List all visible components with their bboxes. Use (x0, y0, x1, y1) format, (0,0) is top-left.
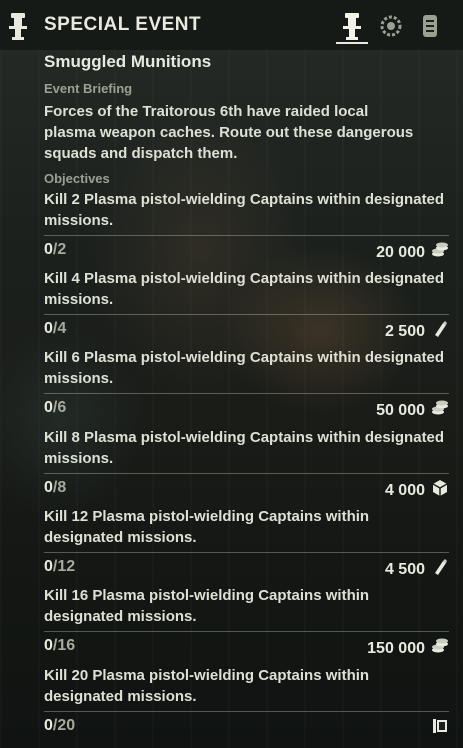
special-event-panel: SPECIAL EVENT Smuggled Munitions Event B… (0, 0, 463, 748)
banner-icon (431, 717, 449, 740)
objective-progress: 0/4 (44, 320, 66, 338)
objective-reward: 2 500 (385, 320, 449, 343)
progress-current: 0 (44, 241, 53, 258)
objective-row: Kill 16 Plasma pistol-wielding Captains … (44, 585, 449, 657)
objective-row: Kill 6 Plasma pistol-wielding Captains w… (44, 347, 449, 419)
objective-progress: 0/12 (44, 558, 75, 576)
objective-reward: 4 000 (385, 479, 449, 502)
objectives-label: Objectives (44, 171, 110, 186)
coins-icon (431, 241, 449, 264)
progress-total: /2 (52, 241, 67, 258)
reliquary-icon (423, 15, 437, 37)
reward-amount: 150 000 (367, 639, 425, 657)
ammo-shell-icon (431, 558, 449, 581)
header-title: SPECIAL EVENT (44, 14, 202, 35)
tab-rewards[interactable] (375, 10, 407, 42)
event-briefing: Forces of the Traitorous 6th have raided… (44, 103, 414, 162)
progress-total: /4 (52, 320, 67, 337)
objective-reward (425, 717, 449, 740)
progress-current: 0 (44, 558, 53, 575)
laurel-wreath-icon (380, 15, 402, 37)
objective-progress: 0/20 (44, 717, 75, 735)
objective-divider (44, 473, 449, 474)
objective-divider (44, 552, 449, 553)
objective-text: Kill 6 Plasma pistol-wielding Captains w… (44, 349, 445, 387)
panel-header: SPECIAL EVENT (0, 0, 463, 50)
tab-event[interactable] (336, 10, 368, 44)
objective-row: Kill 4 Plasma pistol-wielding Captains w… (44, 268, 449, 340)
progress-current: 0 (44, 637, 53, 654)
progress-total: /6 (52, 399, 67, 416)
objective-progress: 0/8 (44, 479, 66, 497)
objective-progress: 0/16 (44, 637, 75, 655)
event-totem-icon (9, 13, 27, 40)
objective-row: Kill 12 Plasma pistol-wielding Captains … (44, 506, 449, 578)
objective-text: Kill 12 Plasma pistol-wielding Captains … (44, 508, 370, 546)
objective-row: Kill 20 Plasma pistol-wielding Captains … (44, 665, 449, 734)
reward-amount: 20 000 (376, 243, 425, 261)
objective-text: Kill 16 Plasma pistol-wielding Captains … (44, 587, 370, 625)
objective-text: Kill 4 Plasma pistol-wielding Captains w… (44, 270, 445, 308)
objective-progress: 0/2 (44, 241, 66, 259)
objective-progress: 0/6 (44, 399, 66, 417)
reward-amount: 4 000 (384, 481, 425, 499)
objective-reward: 150 000 (367, 637, 449, 660)
objective-text: Kill 8 Plasma pistol-wielding Captains w… (44, 429, 445, 467)
objective-divider (44, 393, 449, 394)
objective-text: Kill 20 Plasma pistol-wielding Captains … (44, 667, 370, 705)
event-name: Smuggled Munitions (44, 52, 212, 71)
event-totem-icon (343, 13, 361, 40)
reward-amount: 2 500 (384, 322, 425, 340)
objective-row: Kill 2 Plasma pistol-wielding Captains w… (44, 189, 449, 261)
objective-divider (44, 235, 449, 236)
objective-divider (44, 711, 449, 712)
progress-current: 0 (44, 479, 53, 496)
progress-total: /8 (52, 479, 67, 496)
coins-icon (431, 399, 449, 422)
objective-reward: 4 500 (385, 558, 449, 581)
objective-divider (44, 631, 449, 632)
objective-reward: 20 000 (376, 241, 449, 264)
progress-total: /16 (52, 637, 76, 654)
ammo-shell-icon (431, 320, 449, 343)
progress-current: 0 (44, 717, 53, 734)
cube-icon (431, 479, 449, 502)
tab-lore[interactable] (414, 10, 446, 42)
briefing-label: Event Briefing (44, 81, 133, 96)
progress-current: 0 (44, 399, 53, 416)
progress-total: /12 (52, 558, 76, 575)
objective-divider (44, 314, 449, 315)
coins-icon (431, 637, 449, 660)
objective-text: Kill 2 Plasma pistol-wielding Captains w… (44, 191, 445, 229)
reward-amount: 50 000 (376, 401, 425, 419)
objective-reward: 50 000 (376, 399, 449, 422)
reward-amount: 4 500 (384, 560, 425, 578)
objective-row: Kill 8 Plasma pistol-wielding Captains w… (44, 427, 449, 499)
progress-total: /20 (52, 717, 76, 734)
progress-current: 0 (44, 320, 53, 337)
